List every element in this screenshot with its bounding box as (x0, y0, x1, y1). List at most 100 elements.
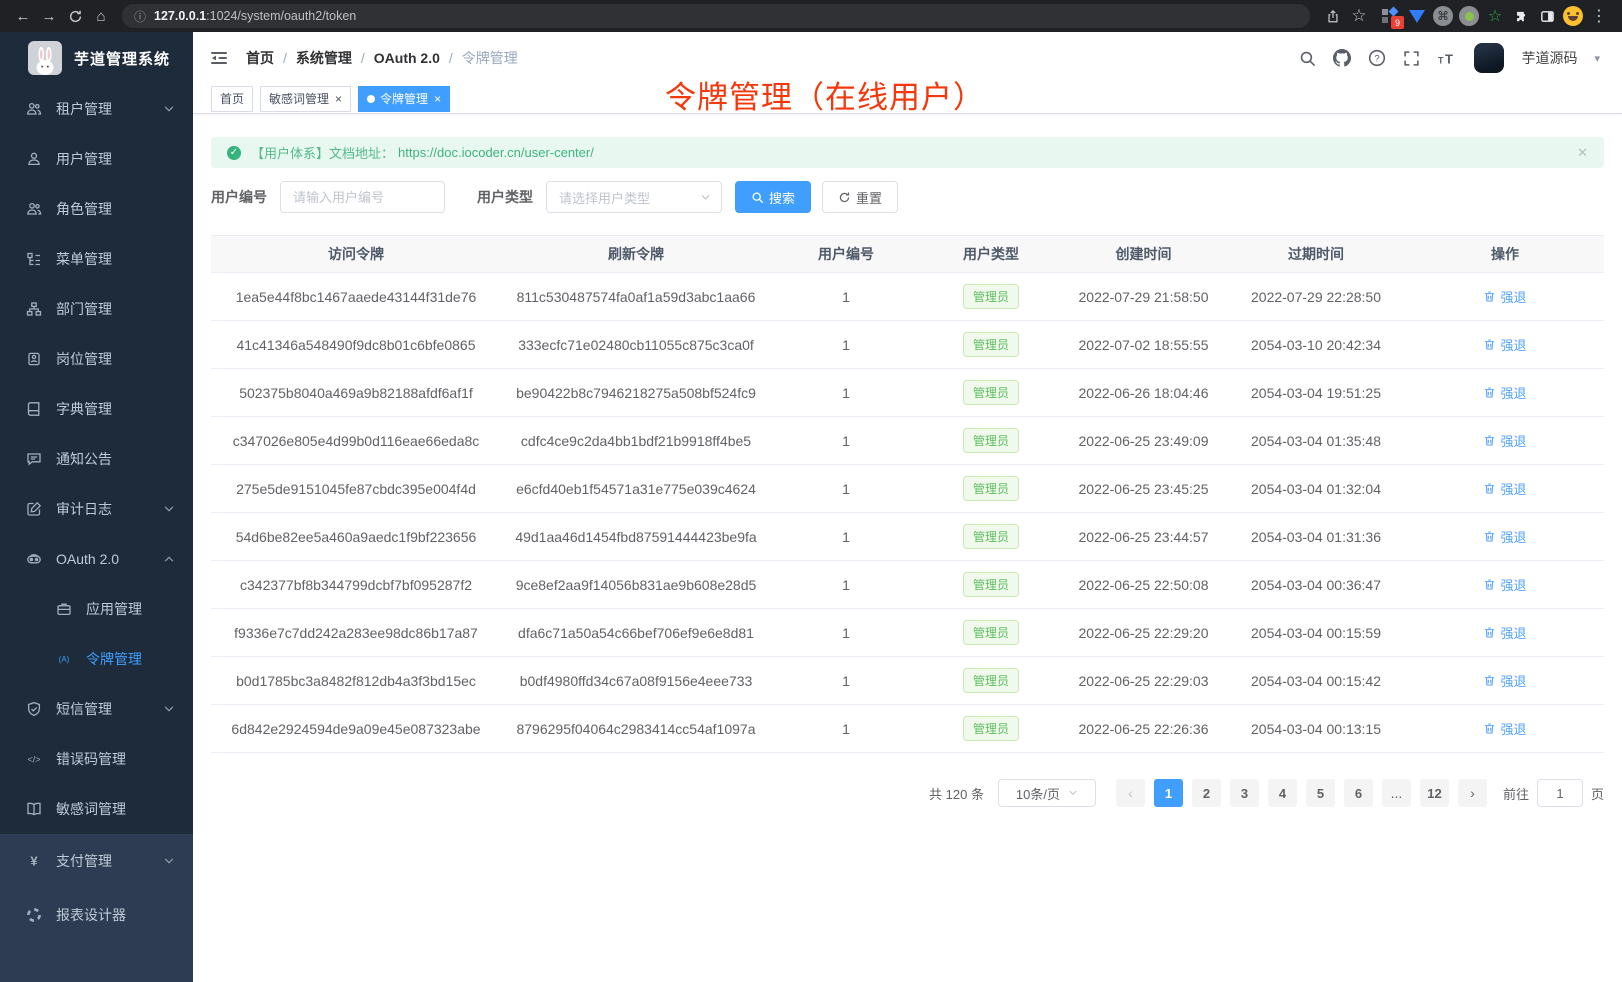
refresh-token-cell: b0df4980ffd34c67a08f9156e4eee733 (501, 657, 771, 705)
sidebar-item-audit-log[interactable]: 审计日志 (0, 484, 193, 534)
github-icon[interactable] (1333, 49, 1351, 67)
page-button-6[interactable]: 6 (1344, 779, 1373, 807)
force-logout-button[interactable]: 强退 (1483, 479, 1526, 498)
browser-menu-icon[interactable]: ⋮ (1586, 4, 1612, 28)
trash-icon (1483, 626, 1496, 639)
trash-icon (1483, 338, 1496, 351)
address-bar[interactable]: ⓘ 127.0.0.1:1024/system/oauth2/token (122, 4, 1310, 28)
green-star-extension-icon[interactable]: ☆ (1482, 4, 1508, 28)
menu-fold-icon[interactable] (209, 48, 229, 68)
avatar[interactable] (1474, 43, 1504, 73)
force-logout-button[interactable]: 强退 (1483, 623, 1526, 642)
app-icon (55, 601, 72, 617)
user-type-badge: 管理员 (963, 428, 1019, 453)
site-info-icon[interactable]: ⓘ (134, 8, 146, 25)
font-size-icon[interactable]: TT (1437, 50, 1457, 67)
sidebar-item-report-designer[interactable]: 报表设计器 (0, 888, 193, 942)
force-logout-button[interactable]: 强退 (1483, 287, 1526, 306)
sidebar-item-sensitive-word[interactable]: 敏感词管理 (0, 784, 193, 834)
next-page-button[interactable]: › (1458, 779, 1487, 807)
help-icon[interactable]: ? (1368, 49, 1386, 67)
page-button-5[interactable]: 5 (1306, 779, 1335, 807)
sidebar-item-sms[interactable]: 短信管理 (0, 684, 193, 734)
goto-page-input[interactable] (1537, 779, 1583, 807)
force-logout-button[interactable]: 强退 (1483, 575, 1526, 594)
user-type-select[interactable]: 请选择用户类型 (546, 181, 722, 213)
sidebar-item-role[interactable]: 角色管理 (0, 184, 193, 234)
breadcrumb-item[interactable]: 系统管理 (296, 48, 352, 68)
reload-icon[interactable] (62, 4, 88, 28)
user-type-cell: 管理员 (921, 273, 1061, 321)
search-button[interactable]: 搜索 (735, 181, 811, 213)
svg-text:?: ? (1375, 53, 1380, 64)
sidebar-item-oauth2-token[interactable]: (A)令牌管理 (0, 634, 193, 684)
logo[interactable]: 芋道管理系统 (0, 32, 193, 84)
share-icon[interactable] (1320, 4, 1346, 28)
sidebar-item-dict[interactable]: 字典管理 (0, 384, 193, 434)
doc-link[interactable]: https://doc.iocoder.cn/user-center/ (398, 145, 594, 160)
expires-cell: 2054-03-04 00:15:42 (1226, 657, 1406, 705)
col-expires: 过期时间 (1226, 236, 1406, 273)
page-size-select[interactable]: 10条/页 (998, 779, 1096, 807)
force-logout-button[interactable]: 强退 (1483, 527, 1526, 546)
breadcrumb-item[interactable]: 首页 (246, 48, 274, 68)
breadcrumb-separator: / (361, 50, 365, 66)
username[interactable]: 芋道源码 (1521, 48, 1577, 68)
user-type-cell: 管理员 (921, 465, 1061, 513)
sidebar-item-menu[interactable]: 菜单管理 (0, 234, 193, 284)
force-logout-button[interactable]: 强退 (1483, 671, 1526, 690)
command-extension-icon[interactable]: ⌘ (1430, 4, 1456, 28)
sidebar-item-pay[interactable]: ¥支付管理 (0, 834, 193, 888)
tab-首页[interactable]: 首页 (211, 86, 253, 112)
bookmark-star-icon[interactable]: ☆ (1346, 4, 1372, 28)
sidebar-item-error-code[interactable]: </>错误码管理 (0, 734, 193, 784)
sidebar-item-label: 部门管理 (56, 299, 112, 319)
search-icon[interactable] (1299, 50, 1316, 67)
page-button-1[interactable]: 1 (1154, 779, 1183, 807)
record-extension-icon[interactable] (1456, 4, 1482, 28)
page-button-3[interactable]: 3 (1230, 779, 1259, 807)
alert-text: 【用户体系】文档地址： (251, 143, 394, 162)
force-logout-button[interactable]: 强退 (1483, 719, 1526, 738)
tab-close-icon[interactable]: × (335, 93, 342, 105)
breadcrumb-item[interactable]: OAuth 2.0 (374, 50, 440, 66)
sidebar-item-oauth2-application[interactable]: 应用管理 (0, 584, 193, 634)
forward-icon[interactable]: → (36, 4, 62, 28)
home-icon[interactable]: ⌂ (88, 4, 114, 28)
sidebar-item-user[interactable]: 用户管理 (0, 134, 193, 184)
sidebar-item-dept[interactable]: 部门管理 (0, 284, 193, 334)
back-icon[interactable]: ← (10, 4, 36, 28)
force-logout-button[interactable]: 强退 (1483, 383, 1526, 402)
extensions-icon[interactable]: 9 (1378, 4, 1404, 28)
sidebar-item-tenant[interactable]: 租户管理 (0, 84, 193, 134)
user-type-badge: 管理员 (963, 668, 1019, 693)
tab-敏感词管理[interactable]: 敏感词管理× (260, 86, 351, 112)
trash-icon (1483, 434, 1496, 447)
caret-down-icon[interactable]: ▾ (1594, 52, 1600, 65)
user-id-input[interactable] (280, 181, 445, 213)
fullscreen-icon[interactable] (1403, 50, 1420, 67)
page-ellipsis-button[interactable]: ... (1382, 779, 1411, 807)
page-button-2[interactable]: 2 (1192, 779, 1221, 807)
puzzle-extension-icon[interactable] (1508, 4, 1534, 28)
alert-close-icon[interactable]: ✕ (1577, 145, 1588, 161)
table-row: 275e5de9151045fe87cbdc395e004f4d e6cfd40… (211, 465, 1604, 513)
table-header-row: 访问令牌 刷新令牌 用户编号 用户类型 创建时间 过期时间 操作 (211, 236, 1604, 273)
user-type-badge: 管理员 (963, 572, 1019, 597)
force-logout-button[interactable]: 强退 (1483, 335, 1526, 354)
gem-extension-icon[interactable] (1404, 4, 1430, 28)
page-button-12[interactable]: 12 (1420, 779, 1449, 807)
tenants-icon (25, 101, 42, 117)
profile-avatar-icon[interactable] (1560, 4, 1586, 28)
reset-button[interactable]: 重置 (822, 181, 898, 213)
sidebar-item-oauth2[interactable]: OAuth 2.0 (0, 534, 193, 584)
tab-groups-icon[interactable] (1534, 4, 1560, 28)
page-button-4[interactable]: 4 (1268, 779, 1297, 807)
tab-令牌管理[interactable]: 令牌管理× (358, 86, 450, 112)
action-cell: 强退 (1406, 321, 1604, 369)
tab-close-icon[interactable]: × (434, 93, 441, 105)
sidebar-item-post[interactable]: 岗位管理 (0, 334, 193, 384)
sidebar-item-notice[interactable]: 通知公告 (0, 434, 193, 484)
prev-page-button[interactable]: ‹ (1116, 779, 1145, 807)
force-logout-button[interactable]: 强退 (1483, 431, 1526, 450)
